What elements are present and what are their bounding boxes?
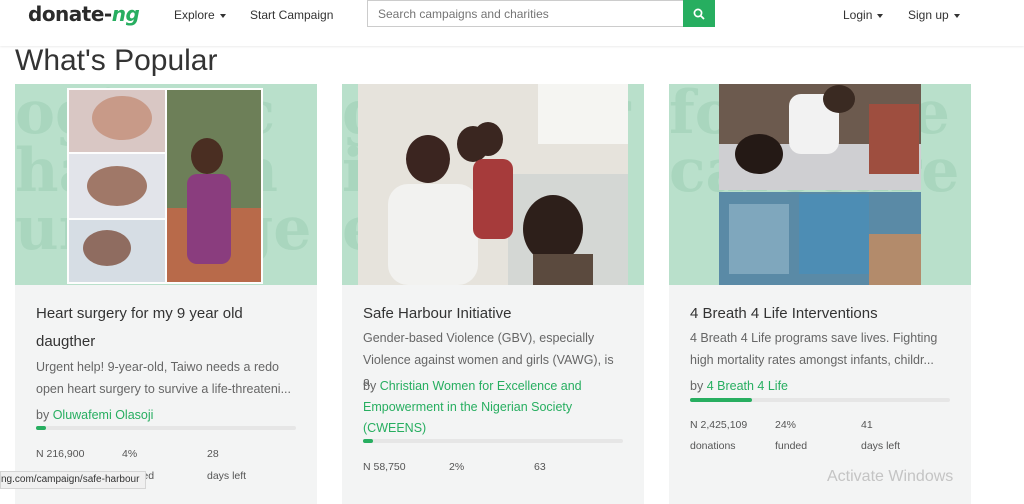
page-title: What's Popular xyxy=(15,44,218,77)
stat-days: 28 xyxy=(207,448,219,460)
campaign-image[interactable]: givecharitydonate xyxy=(342,84,644,285)
stat-days-label: days left xyxy=(861,440,901,452)
search-button[interactable] xyxy=(683,0,715,27)
stat-funded: 4% xyxy=(122,448,138,460)
start-campaign-link[interactable]: Start Campaign xyxy=(250,8,333,22)
top-navbar: donate-ng Explore Start Campaign Login S… xyxy=(0,0,1024,46)
stat-amount: N 2,425,109 xyxy=(690,419,748,431)
campaign-title[interactable]: Heart surgery for my 9 year old daugther xyxy=(36,300,243,356)
campaign-meeting-photo xyxy=(358,84,628,285)
campaign-collage-photo xyxy=(67,88,263,284)
search-bar xyxy=(367,0,715,27)
progress-fill xyxy=(363,439,374,443)
chevron-down-icon xyxy=(953,13,960,18)
funding-progress-bar xyxy=(36,426,296,430)
stat-funded: 24% xyxy=(775,419,797,431)
explore-menu[interactable]: Explore xyxy=(174,8,226,22)
campaign-description: 4 Breath 4 Life programs save lives. Fig… xyxy=(690,331,938,367)
campaign-card[interactable]: ogiveEcharitymunitynge Heart surgery for… xyxy=(15,84,317,504)
organizer-link[interactable]: 4 Breath 4 Life xyxy=(707,379,788,393)
campaign-image[interactable]: ogiveEcharitymunitynge xyxy=(15,84,317,285)
search-input[interactable] xyxy=(367,0,683,27)
stat-days: 63 xyxy=(534,461,546,473)
stat-amount: N 58,750 xyxy=(363,461,406,473)
campaign-card[interactable]: givecharitydonate Safe Harbour Initiativ… xyxy=(342,84,644,504)
organizer-link[interactable]: Oluwafemi Olasoji xyxy=(53,408,154,422)
campaign-image[interactable]: foritiesecarecare xyxy=(669,84,971,285)
activate-windows-watermark: Activate Windows xyxy=(827,468,954,485)
stat-days-label: days left xyxy=(207,470,247,482)
chevron-down-icon xyxy=(877,13,884,18)
campaign-organizer: by 4 Breath 4 Life xyxy=(690,379,788,393)
stat-funded: 2% xyxy=(449,461,465,473)
donate-ng-logo[interactable]: donate-ng xyxy=(28,2,140,26)
progress-fill xyxy=(690,398,753,402)
organizer-link[interactable]: Christian Women for Excellence and Empowe… xyxy=(363,379,582,435)
campaign-organizer: by Oluwafemi Olasoji xyxy=(36,408,154,422)
funding-progress-bar xyxy=(690,398,950,402)
chevron-down-icon xyxy=(219,13,226,18)
login-menu[interactable]: Login xyxy=(843,8,884,22)
signup-menu[interactable]: Sign up xyxy=(908,8,960,22)
campaign-description: Urgent help! 9-year-old, Taiwo needs a r… xyxy=(36,360,291,396)
campaign-organizer: by Christian Women for Excellence and Emp… xyxy=(363,379,582,435)
stat-funded-label: funded xyxy=(775,440,808,452)
campaign-title[interactable]: 4 Breath 4 Life Interventions xyxy=(690,300,878,328)
campaign-title[interactable]: Safe Harbour Initiative xyxy=(363,300,511,328)
campaign-medical-photo xyxy=(719,84,921,285)
stat-days: 41 xyxy=(861,419,873,431)
browser-status-url: ng.com/campaign/safe-harbour xyxy=(0,471,147,489)
campaign-card[interactable]: foritiesecarecare 4 Breath 4 Life Interv… xyxy=(669,84,971,504)
stat-amount: N 216,900 xyxy=(36,448,85,460)
funding-progress-bar xyxy=(363,439,623,443)
search-icon xyxy=(693,8,705,20)
stat-amount-label: donations xyxy=(690,440,736,452)
progress-fill xyxy=(36,426,47,430)
